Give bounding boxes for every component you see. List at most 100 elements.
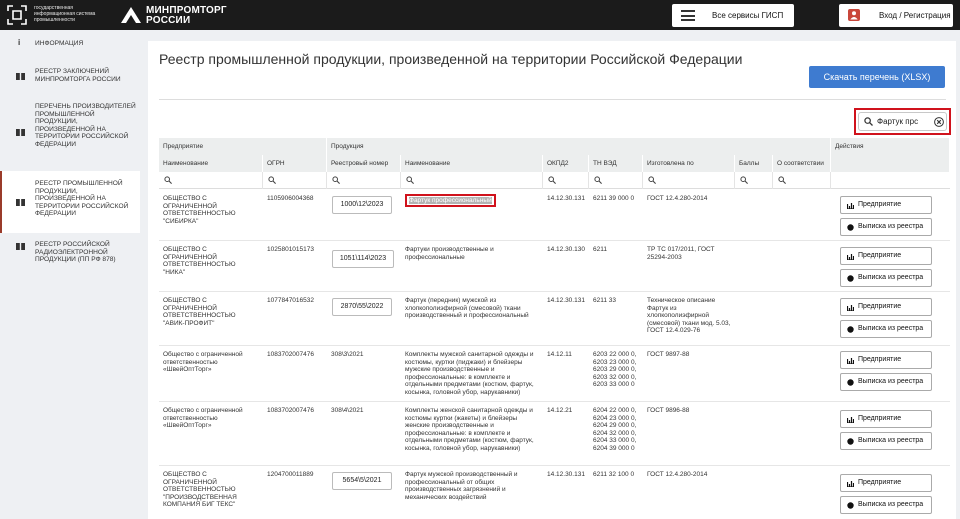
group-header-product: Продукция — [327, 138, 831, 155]
column-header[interactable]: ТН ВЭД — [589, 155, 643, 172]
column-header[interactable]: Баллы — [735, 155, 773, 172]
enterprise-button[interactable]: Предприятие — [840, 247, 932, 265]
book-icon — [16, 129, 25, 136]
okpd2: 14.12.30.131 — [547, 297, 585, 304]
ogrn: 1105906004368 — [267, 195, 314, 202]
extract-button[interactable]: Выписка из реестра — [840, 373, 932, 391]
extract-button[interactable]: Выписка из реестра — [840, 496, 932, 514]
column-header[interactable]: Изготовлена по — [643, 155, 735, 172]
column-header[interactable]: ОГРН — [263, 155, 327, 172]
table-row: ОБЩЕСТВО С ОГРАНИЧЕННОЙ ОТВЕТСТВЕННОСТЬЮ… — [159, 190, 950, 241]
filter-product-name[interactable] — [401, 172, 543, 189]
search-input[interactable] — [877, 115, 929, 128]
circle-icon — [847, 224, 854, 231]
circle-icon — [847, 438, 854, 445]
table-row: Общество с ограниченной ответственностью… — [159, 346, 950, 402]
filter-standard[interactable] — [643, 172, 735, 189]
standard: ГОСТ 9897-88 — [647, 351, 690, 358]
circle-icon — [847, 502, 854, 509]
sidebar-item-label: Информация — [35, 40, 84, 47]
bar-chart-icon — [847, 305, 854, 311]
clear-icon[interactable] — [934, 117, 944, 127]
bar-chart-icon — [847, 481, 854, 487]
sidebar-item-conclusions[interactable]: Реестр заключений Минпромторга России — [0, 65, 140, 89]
user-icon — [848, 9, 860, 21]
enterprise-button[interactable]: Предприятие — [840, 196, 932, 214]
extract-button[interactable]: Выписка из реестра — [840, 269, 932, 287]
ogrn: 1025801015173 — [267, 246, 314, 253]
filter-reg-number[interactable] — [327, 172, 401, 189]
column-header-actions — [831, 155, 950, 172]
enterprise-button[interactable]: Предприятие — [840, 298, 932, 316]
filter-ogrn[interactable] — [263, 172, 327, 189]
product-name: Комплекты мужской санитарной одежды и ко… — [405, 351, 534, 396]
enterprise-button[interactable]: Предприятие — [840, 474, 932, 492]
book-icon — [16, 199, 25, 206]
standard: Техническое описание Фартук из хлопкопол… — [647, 297, 731, 335]
all-services-button[interactable]: Все сервисы ГИСП — [672, 4, 794, 27]
ministry-title[interactable]: МИНПРОМТОРГ РОССИИ — [146, 6, 230, 26]
sidebar-item-info[interactable]: i Информация — [0, 36, 140, 52]
search-icon — [648, 176, 656, 184]
product-name-highlight: Фартук профессиональный — [405, 194, 496, 207]
standard: ГОСТ 9896-88 — [647, 407, 690, 414]
extract-button[interactable]: Выписка из реестра — [840, 432, 932, 450]
group-header-actions: Действия — [831, 138, 950, 155]
sidebar-item-radioelectronics[interactable]: Реестр российской радиоэлектронной проду… — [0, 238, 140, 268]
filter-name[interactable] — [159, 172, 263, 189]
extract-button[interactable]: Выписка из реестра — [840, 320, 932, 338]
download-xlsx-button[interactable]: Скачать перечень (XLSX) — [809, 66, 945, 88]
table-column-header: Наименование ОГРН Реестровый номер Наиме… — [159, 155, 950, 172]
tnved: 6211 — [593, 246, 607, 253]
info-icon: i — [18, 38, 21, 47]
gisp-logo-icon[interactable] — [7, 5, 27, 25]
all-services-label: Все сервисы ГИСП — [712, 11, 784, 20]
sidebar-item-label: Реестр заключений Минпромторга России — [35, 68, 121, 83]
search-box — [858, 112, 947, 131]
divider — [159, 99, 946, 100]
enterprise-button[interactable]: Предприятие — [840, 410, 932, 428]
table-row: Общество с ограниченной ответственностью… — [159, 402, 950, 466]
reg-number[interactable]: 5654\5\2021 — [332, 472, 392, 490]
standard: ГОСТ 12.4.280-2014 — [647, 471, 708, 478]
product-name: Фартук мужской производственный и профес… — [405, 471, 518, 501]
column-header[interactable]: Наименование — [159, 155, 263, 172]
search-icon — [332, 176, 340, 184]
ministry-logo-icon[interactable] — [120, 6, 142, 24]
filter-okpd2[interactable] — [543, 172, 589, 189]
search-icon — [164, 176, 172, 184]
okpd2: 14.12.30.130 — [547, 246, 585, 253]
tnved: 6211 32 100 0 — [593, 471, 635, 478]
column-header[interactable]: ОКПД2 — [543, 155, 589, 172]
enterprise-button[interactable]: Предприятие — [840, 351, 932, 369]
search-icon — [406, 176, 414, 184]
okpd2: 14.12.30.131 — [547, 195, 585, 202]
reg-number[interactable]: 2870\55\2022 — [332, 298, 392, 316]
sidebar-item-manufacturers[interactable]: Перечень производителей промышленной про… — [0, 100, 140, 160]
search-highlight — [854, 108, 951, 135]
sidebar: i Информация Реестр заключений Минпромто… — [0, 30, 143, 519]
column-header[interactable]: Реестровый номер — [327, 155, 401, 172]
login-label: Вход / Регистрация — [879, 11, 951, 20]
reg-number[interactable]: 1051\114\2023 — [332, 250, 394, 268]
product-name: Комплекты женской санитарной одежды и ко… — [405, 407, 534, 452]
tnved: 6211 39 000 0 — [593, 195, 635, 202]
column-header[interactable]: Наименование — [401, 155, 543, 172]
reg-number: 308\3\2021 — [331, 351, 364, 358]
menu-icon — [681, 10, 695, 21]
table-row: ОБЩЕСТВО С ОГРАНИЧЕННОЙ ОТВЕТСТВЕННОСТЬЮ… — [159, 466, 950, 519]
filter-points[interactable] — [735, 172, 773, 189]
filter-compliance[interactable] — [773, 172, 831, 189]
extract-button[interactable]: Выписка из реестра — [840, 218, 932, 236]
sidebar-item-products-registry[interactable]: Реестр промышленной продукции, произведе… — [0, 171, 140, 233]
login-button[interactable]: Вход / Регистрация — [839, 4, 953, 27]
column-header[interactable]: О соответствии — [773, 155, 831, 172]
filter-tnved[interactable] — [589, 172, 643, 189]
search-icon — [864, 117, 873, 126]
product-name: Фартук (передник) мужской из хлопкополиэ… — [405, 297, 529, 320]
product-name: Фартук профессиональный — [409, 197, 492, 204]
bar-chart-icon — [847, 417, 854, 423]
company-name: ОБЩЕСТВО С ОГРАНИЧЕННОЙ ОТВЕТСТВЕННОСТЬЮ… — [163, 297, 236, 327]
reg-number[interactable]: 1000\12\2023 — [332, 196, 392, 214]
standard: ГОСТ 12.4.280-2014 — [647, 195, 708, 202]
